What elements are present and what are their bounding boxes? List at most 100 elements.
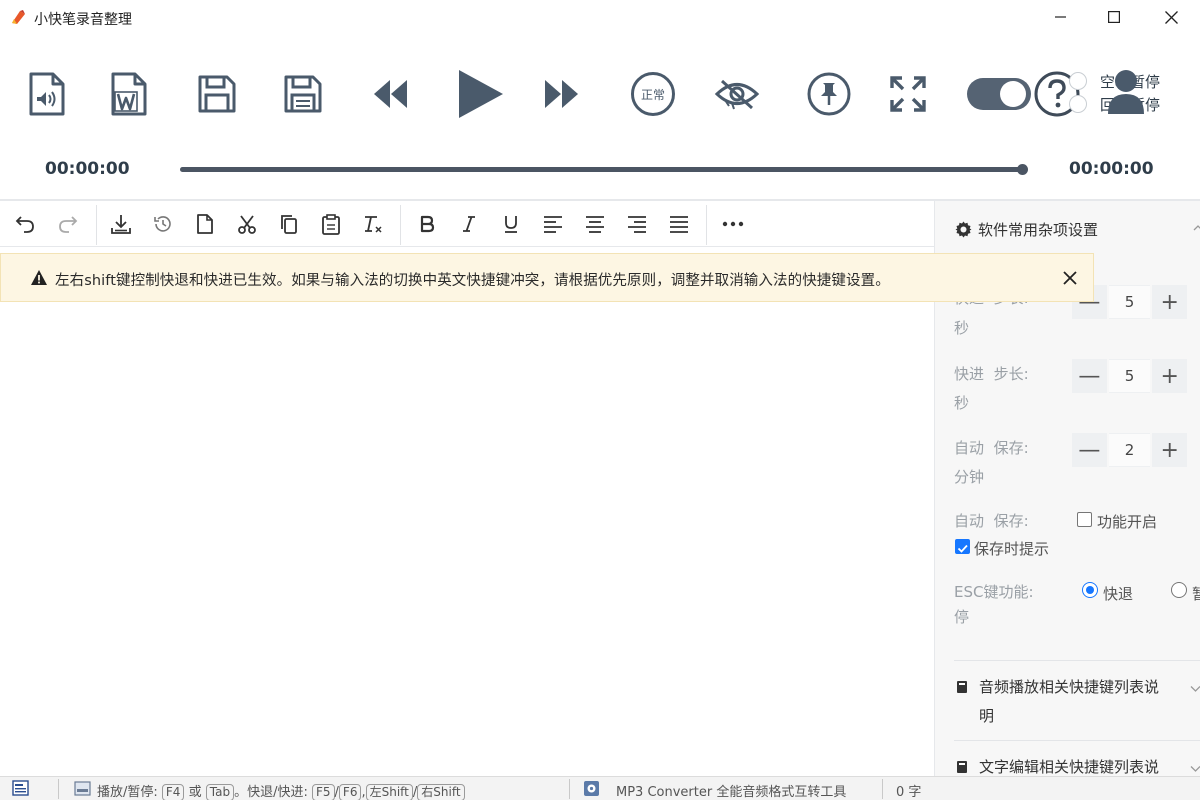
shortcut-notice-banner: 左右shift键控制快退和快进已生效。如果与输入法的切换中英文快捷键冲突，请根据… — [0, 253, 1094, 302]
key-f6: F6 — [338, 784, 362, 800]
panel-divider — [954, 660, 1200, 661]
play-icon — [459, 70, 503, 118]
redo-icon — [59, 216, 78, 233]
autosave-interval-label: 自动 保存: — [954, 439, 1029, 457]
shortcut-hints: 播放/暂停: F4 或 Tab 。快退/快进: F5/F6, 左Shift / 右Shi… — [97, 781, 465, 800]
fullscreen-button[interactable] — [886, 58, 930, 130]
toolbar-separator — [706, 205, 707, 245]
new-document-button[interactable] — [189, 208, 221, 240]
window-title: 小快笔录音整理 — [34, 12, 132, 28]
forward-increase-button[interactable]: + — [1152, 359, 1188, 393]
italic-button[interactable] — [453, 208, 485, 240]
mode-toggle-switch[interactable] — [966, 58, 1032, 130]
toolbar-separator — [96, 205, 97, 245]
close-icon — [1063, 271, 1077, 285]
maximize-icon — [1108, 11, 1120, 23]
export-word-button[interactable] — [106, 58, 152, 130]
panel-title: 软件常用杂项设置 — [978, 221, 1099, 239]
redo-button[interactable] — [52, 208, 84, 240]
document-stats-icon[interactable] — [12, 780, 30, 797]
hide-toggle-button[interactable] — [712, 58, 762, 130]
clear-format-button[interactable] — [357, 208, 389, 240]
progress-slider[interactable] — [180, 164, 1028, 175]
rewind-increase-button[interactable]: + — [1152, 285, 1188, 319]
rewind-step-value[interactable]: 5 — [1108, 285, 1151, 319]
speed-label: 正常 — [640, 87, 665, 102]
justify-button[interactable] — [663, 208, 695, 240]
save-as-button[interactable] — [280, 58, 326, 130]
autosave-enable-checkbox[interactable] — [1077, 512, 1092, 527]
open-audio-button[interactable] — [24, 58, 70, 130]
copy-button[interactable] — [273, 208, 305, 240]
progress-knob[interactable] — [1017, 164, 1028, 175]
autosave-unit: 分钟 — [954, 468, 985, 486]
play-button[interactable] — [452, 58, 508, 130]
esc-rewind-radio[interactable] — [1082, 582, 1098, 598]
align-center-button[interactable] — [579, 208, 611, 240]
status-bar: 播放/暂停: F4 或 Tab 。快退/快进: F5/F6, 左Shift / 右Shi… — [0, 776, 1200, 800]
forward-unit: 秒 — [954, 394, 970, 412]
clear-format-icon — [365, 216, 382, 233]
panel-header[interactable]: 软件常用杂项设置 — [955, 219, 1098, 240]
app-logo-icon — [9, 8, 27, 26]
autosave-value[interactable]: 2 — [1108, 433, 1151, 467]
download-icon — [111, 215, 131, 234]
status-separator — [58, 779, 59, 799]
undo-button[interactable] — [9, 208, 41, 240]
rewind-unit: 秒 — [954, 319, 970, 337]
rewind-button[interactable] — [368, 58, 412, 130]
text-shortcuts-section[interactable]: 文字编辑相关快捷键列表说 — [979, 753, 1159, 776]
fast-forward-button[interactable] — [540, 58, 584, 130]
media-toolbar: 正常 — [0, 58, 1200, 130]
autosave-decrease-button[interactable]: — — [1072, 433, 1107, 467]
forward-step-label: 快进 步长: — [954, 365, 1029, 383]
underline-icon — [505, 216, 517, 233]
playback-speed-button[interactable]: 正常 — [628, 58, 678, 130]
chevron-down-icon — [1190, 686, 1200, 692]
notice-close-button[interactable] — [1059, 267, 1081, 289]
cut-button[interactable] — [231, 208, 263, 240]
forward-step-value[interactable]: 5 — [1108, 359, 1151, 393]
minimize-icon — [1055, 16, 1066, 18]
bold-icon — [420, 215, 435, 233]
esc-pause-radio[interactable] — [1171, 582, 1187, 598]
autosave-increase-button[interactable]: + — [1152, 433, 1188, 467]
panel-divider — [954, 740, 1200, 741]
save-button[interactable] — [194, 58, 240, 130]
forward-decrease-button[interactable]: — — [1072, 359, 1107, 393]
copy-icon — [281, 215, 297, 234]
bold-button[interactable] — [411, 208, 443, 240]
pin-window-button[interactable] — [804, 58, 854, 130]
download-button[interactable] — [105, 208, 137, 240]
book-icon — [957, 681, 967, 693]
toolbar-separator — [400, 205, 401, 245]
transcript-editor[interactable] — [0, 302, 934, 776]
mp3-converter-link[interactable]: MP3 Converter 全能音频格式互转工具 — [616, 781, 846, 800]
esc-rewind-label: 快退 — [1103, 585, 1134, 603]
user-icon — [1108, 70, 1144, 114]
space-pause-radio[interactable] — [1069, 72, 1087, 90]
back-pause-radio[interactable] — [1069, 95, 1087, 113]
audio-shortcuts-section-wrap: 明 — [979, 707, 995, 725]
total-time: 00:00:00 — [1069, 159, 1154, 179]
align-right-icon — [628, 216, 646, 233]
save-hint-checkbox[interactable] — [955, 539, 970, 554]
close-window-button[interactable] — [1148, 2, 1194, 32]
align-left-icon — [544, 216, 562, 233]
audio-shortcuts-section[interactable]: 音频播放相关快捷键列表说 — [979, 673, 1159, 701]
chevron-down-icon — [1190, 766, 1200, 772]
align-right-button[interactable] — [621, 208, 653, 240]
mp3-converter-icon[interactable] — [583, 780, 600, 797]
maximize-button[interactable] — [1091, 2, 1137, 32]
paste-button[interactable] — [315, 208, 347, 240]
user-avatar[interactable] — [1106, 68, 1146, 116]
history-button[interactable] — [147, 208, 179, 240]
more-options-button[interactable] — [717, 208, 749, 240]
align-left-button[interactable] — [537, 208, 569, 240]
minimize-button[interactable] — [1038, 2, 1084, 32]
keyboard-icon — [74, 781, 91, 796]
esc-pause-label: 暂 — [1192, 583, 1200, 604]
status-separator — [569, 779, 570, 799]
notice-text: 左右shift键控制快退和快进已生效。如果与输入法的切换中英文快捷键冲突，请根据… — [55, 273, 890, 289]
underline-button[interactable] — [495, 208, 527, 240]
